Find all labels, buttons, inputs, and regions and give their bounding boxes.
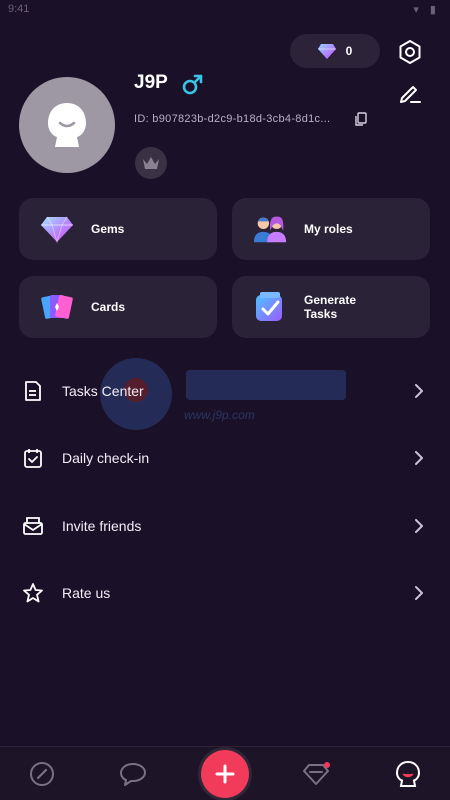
generate-tasks-card-label: Generate Tasks <box>304 293 357 321</box>
menu-item-invite-friends[interactable]: Invite friends <box>0 502 450 550</box>
menu-item-rate-us[interactable]: Rate us <box>0 569 450 617</box>
star-icon <box>23 583 43 603</box>
compass-icon <box>30 762 54 786</box>
gems-card[interactable]: Gems <box>19 198 217 260</box>
edit-profile-button[interactable] <box>396 78 424 106</box>
user-id: ID: b907823b-d2c9-b18d-3cb4-8d1c... <box>134 113 331 125</box>
avatar[interactable] <box>19 77 115 173</box>
pencil-edit-icon <box>400 86 421 103</box>
gems-card-label: Gems <box>91 222 125 236</box>
chevron-right-icon <box>415 451 423 465</box>
chat-bubble-icon <box>120 763 146 786</box>
plus-icon <box>215 764 235 784</box>
status-time: 9:41 <box>8 3 30 15</box>
status-bar: 9:41 ▾ ▮ <box>0 0 450 22</box>
chevron-right-icon <box>415 586 423 600</box>
generate-tasks-card[interactable]: Generate Tasks <box>232 276 430 338</box>
chevron-right-icon <box>415 384 423 398</box>
menu-item-tasks-center[interactable]: Tasks Center <box>0 367 450 415</box>
gem-balance-pill[interactable]: 0 <box>290 34 380 68</box>
nav-gems-tab[interactable] <box>301 759 331 789</box>
generate-tasks-icon <box>252 289 288 325</box>
cards-card-label: Cards <box>91 300 126 314</box>
my-roles-card-label: My roles <box>304 222 353 236</box>
create-button[interactable] <box>201 750 249 798</box>
crown-badge[interactable] <box>135 147 167 179</box>
menu-item-label: Invite friends <box>62 518 142 534</box>
gem-icon <box>39 211 75 247</box>
my-roles-card[interactable]: My roles <box>232 198 430 260</box>
nav-chat-tab[interactable] <box>118 759 148 789</box>
gem-icon <box>317 44 336 59</box>
gem-outline-icon <box>303 762 330 785</box>
notification-dot <box>324 762 330 768</box>
male-gender-icon <box>182 74 203 95</box>
menu-item-label: Tasks Center <box>62 383 144 399</box>
copy-icon[interactable] <box>354 112 368 126</box>
invite-mail-icon <box>23 517 43 535</box>
chevron-right-icon <box>415 519 423 533</box>
roles-icon <box>252 211 288 247</box>
tasks-icon <box>25 381 41 401</box>
cards-icon <box>39 289 75 325</box>
cards-card[interactable]: Cards <box>19 276 217 338</box>
username: J9P <box>134 72 168 93</box>
hexagon-settings-icon <box>399 40 421 64</box>
calendar-check-icon <box>24 449 42 468</box>
ghost-avatar <box>48 103 86 147</box>
status-icons: ▾ ▮ <box>413 4 440 16</box>
nav-profile-tab[interactable] <box>393 759 423 789</box>
menu-item-label: Daily check-in <box>62 450 150 466</box>
bottom-navigation <box>0 746 450 800</box>
gem-balance-count: 0 <box>345 44 353 58</box>
settings-button[interactable] <box>396 38 424 66</box>
crown-icon <box>143 157 159 169</box>
menu-item-daily-check-in[interactable]: Daily check-in <box>0 434 450 482</box>
nav-discover-tab[interactable] <box>27 759 57 789</box>
ghost-avatar-icon <box>395 760 421 787</box>
menu-item-label: Rate us <box>62 585 111 601</box>
